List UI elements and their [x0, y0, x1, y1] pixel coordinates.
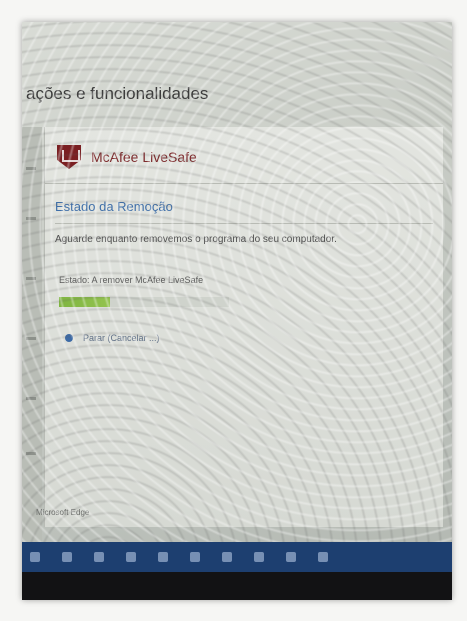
mail-icon[interactable]: [222, 552, 232, 562]
folder-icon[interactable]: [158, 552, 168, 562]
header-divider: [45, 183, 443, 184]
page-title: ações e funcionalidades: [26, 84, 209, 103]
monitor-screen: ações e funcionalidades McAfee LiveSafe …: [22, 22, 452, 600]
status-message: Aguarde enquanto removemos o programa do…: [55, 233, 435, 247]
progress-bar: [59, 297, 229, 307]
taskbar: [22, 542, 452, 572]
photo-frame: ações e funcionalidades McAfee LiveSafe …: [0, 0, 467, 621]
cancel-option[interactable]: Parar (Cancelar ...): [65, 333, 160, 343]
browser-icon[interactable]: [126, 552, 136, 562]
monitor-bezel: [22, 572, 452, 600]
task-view-icon[interactable]: [94, 552, 104, 562]
status-heading: Estado da Remoção: [55, 199, 173, 214]
mcafee-shield-icon: [57, 145, 81, 169]
progress-fill: [59, 297, 110, 307]
bullet-icon: [65, 334, 73, 342]
app-header: McAfee LiveSafe: [57, 139, 197, 175]
search-icon[interactable]: [62, 552, 72, 562]
app-name: McAfee LiveSafe: [91, 149, 197, 165]
bottom-left-label: Microsoft Edge: [36, 508, 90, 517]
sidebar-item[interactable]: [26, 277, 36, 280]
start-icon[interactable]: [30, 552, 40, 562]
progress-label: Estado: A remover McAfee LiveSafe: [59, 275, 204, 285]
cancel-link[interactable]: Parar (Cancelar ...): [83, 333, 160, 343]
sidebar-item[interactable]: [26, 452, 36, 455]
sidebar-item[interactable]: [26, 397, 36, 400]
mcafee-uninstall-window: McAfee LiveSafe Estado da Remoção Aguard…: [44, 127, 443, 527]
app-icon[interactable]: [286, 552, 296, 562]
sidebar-item[interactable]: [26, 337, 36, 340]
status-message-text: Aguarde enquanto removemos o programa do…: [55, 234, 337, 245]
app-icon[interactable]: [254, 552, 264, 562]
store-icon[interactable]: [190, 552, 200, 562]
app-icon[interactable]: [318, 552, 328, 562]
settings-sidebar: [22, 127, 42, 554]
heading-divider: [55, 223, 433, 224]
sidebar-item[interactable]: [26, 217, 36, 220]
sidebar-item[interactable]: [26, 167, 36, 170]
